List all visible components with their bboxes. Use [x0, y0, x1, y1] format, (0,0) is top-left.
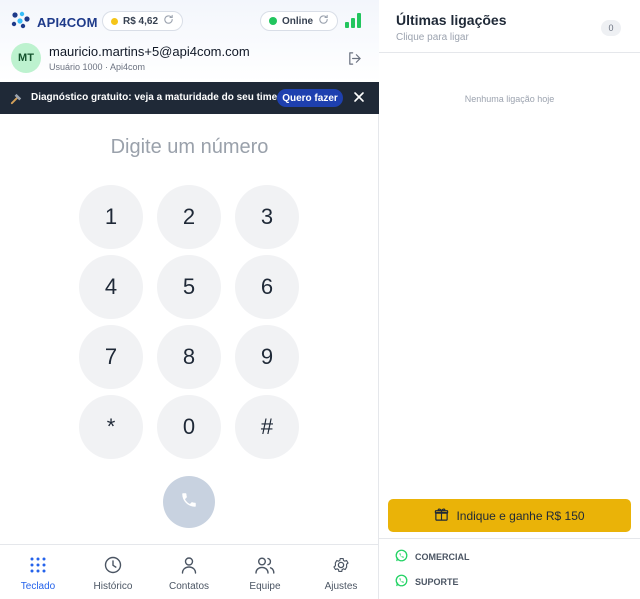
gear-icon — [332, 545, 350, 579]
banner-text: Diagnóstico gratuito: veja a maturidade … — [31, 92, 278, 103]
nav-item-ajustes[interactable]: Ajustes — [303, 545, 379, 599]
key-7[interactable]: 7 — [79, 325, 143, 389]
key-8[interactable]: 8 — [157, 325, 221, 389]
whatsapp-icon — [395, 574, 408, 589]
balance-value: R$ 4,62 — [123, 15, 159, 27]
promo-banner: Diagnóstico gratuito: veja a maturidade … — [0, 82, 379, 114]
nav-item-historico[interactable]: Histórico — [75, 545, 151, 599]
key-1[interactable]: 1 — [79, 185, 143, 249]
app: API4COM R$ 4,62 Online MT mauricio.marti… — [0, 0, 640, 599]
key-star[interactable]: * — [79, 395, 143, 459]
divider — [379, 538, 640, 539]
whatsapp-support-label: SUPORTE — [415, 576, 459, 587]
banner-cta-button[interactable]: Quero fazer — [277, 89, 343, 107]
bottom-nav: Teclado Histórico Contatos Equipe Ajuste… — [0, 544, 379, 599]
brand-name: API4COM — [37, 15, 98, 30]
key-hash[interactable]: # — [235, 395, 299, 459]
hammer-icon — [9, 91, 24, 111]
refresh-status-icon[interactable] — [318, 14, 329, 28]
key-6[interactable]: 6 — [235, 255, 299, 319]
users-icon — [255, 545, 275, 579]
brand: API4COM — [11, 11, 98, 34]
logout-icon[interactable] — [347, 51, 362, 71]
recent-calls-title: Últimas ligações — [396, 12, 507, 28]
user-email: mauricio.martins+5@api4com.com — [49, 44, 250, 59]
user-subtitle: Usuário 1000 · Api4com — [49, 62, 146, 72]
call-button[interactable] — [163, 476, 215, 528]
key-9[interactable]: 9 — [235, 325, 299, 389]
nav-item-equipe[interactable]: Equipe — [227, 545, 303, 599]
status-pill[interactable]: Online — [260, 11, 339, 31]
gift-icon — [434, 507, 449, 525]
divider — [379, 52, 640, 53]
coin-icon — [111, 17, 118, 25]
nav-item-contatos[interactable]: Contatos — [151, 545, 227, 599]
online-dot-icon — [269, 17, 277, 25]
user-icon — [180, 545, 198, 579]
number-input[interactable]: Digite um número — [0, 136, 379, 159]
status-label: Online — [282, 15, 314, 27]
whatsapp-commercial-label: COMERCIAL — [415, 551, 470, 562]
key-0[interactable]: 0 — [157, 395, 221, 459]
clock-icon — [104, 545, 122, 579]
whatsapp-icon — [395, 549, 408, 564]
refresh-balance-icon[interactable] — [163, 14, 174, 28]
signal-strength-icon — [344, 12, 362, 33]
key-5[interactable]: 5 — [157, 255, 221, 319]
top-bar: API4COM R$ 4,62 Online MT mauricio.marti… — [0, 0, 379, 82]
close-icon[interactable] — [352, 90, 366, 104]
nav-label: Teclado — [20, 581, 56, 592]
whatsapp-support-link[interactable]: SUPORTE — [395, 574, 459, 589]
recent-calls-count-badge: 0 — [601, 20, 621, 36]
key-3[interactable]: 3 — [235, 185, 299, 249]
key-4[interactable]: 4 — [79, 255, 143, 319]
nav-label: Histórico — [93, 581, 133, 592]
recent-calls-panel: Últimas ligações Clique para ligar 0 Nen… — [379, 0, 640, 599]
whatsapp-commercial-link[interactable]: COMERCIAL — [395, 549, 470, 564]
recent-calls-subtitle: Clique para ligar — [396, 32, 469, 43]
referral-button[interactable]: Indique e ganhe R$ 150 — [388, 499, 631, 532]
grid-icon — [29, 545, 47, 579]
avatar: MT — [11, 43, 41, 73]
nav-label: Contatos — [168, 581, 210, 592]
key-2[interactable]: 2 — [157, 185, 221, 249]
nav-label: Equipe — [249, 581, 281, 592]
empty-state-text: Nenhuma ligação hoje — [464, 94, 555, 104]
logo-icon — [11, 11, 31, 34]
nav-item-teclado[interactable]: Teclado — [0, 545, 76, 599]
nav-label: Ajustes — [324, 581, 358, 592]
referral-label: Indique e ganhe R$ 150 — [456, 508, 585, 523]
phone-icon — [180, 491, 198, 514]
dialer-panel: API4COM R$ 4,62 Online MT mauricio.marti… — [0, 0, 379, 599]
balance-pill[interactable]: R$ 4,62 — [102, 11, 184, 31]
